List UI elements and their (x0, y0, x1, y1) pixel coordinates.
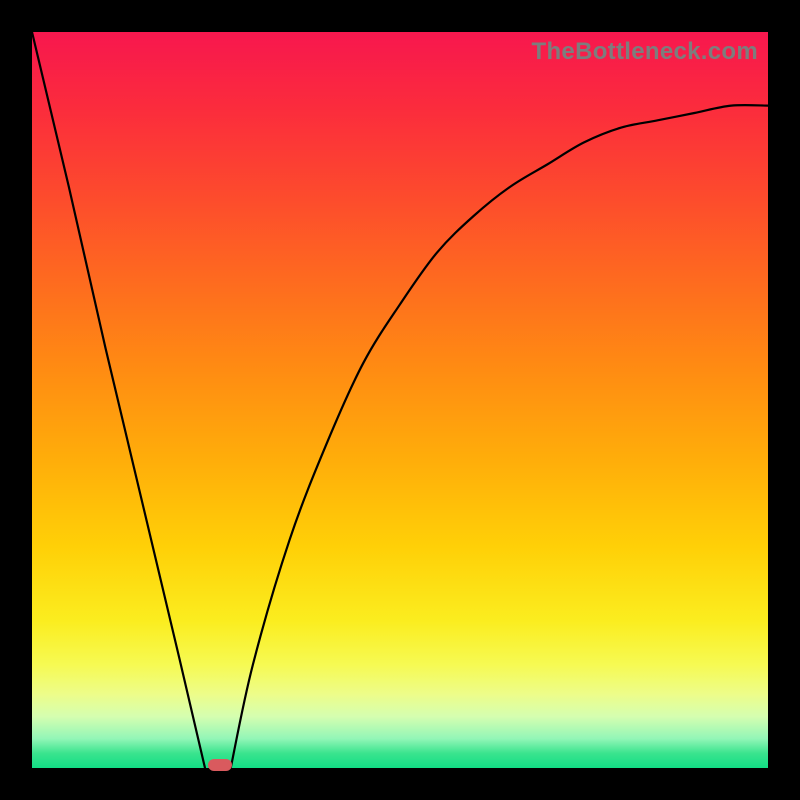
minimum-marker (208, 759, 232, 771)
curve-right-branch (231, 105, 768, 768)
chart-frame: TheBottleneck.com (0, 0, 800, 800)
bottleneck-curve (32, 32, 768, 768)
curve-left-branch (32, 32, 205, 768)
plot-area: TheBottleneck.com (32, 32, 768, 768)
